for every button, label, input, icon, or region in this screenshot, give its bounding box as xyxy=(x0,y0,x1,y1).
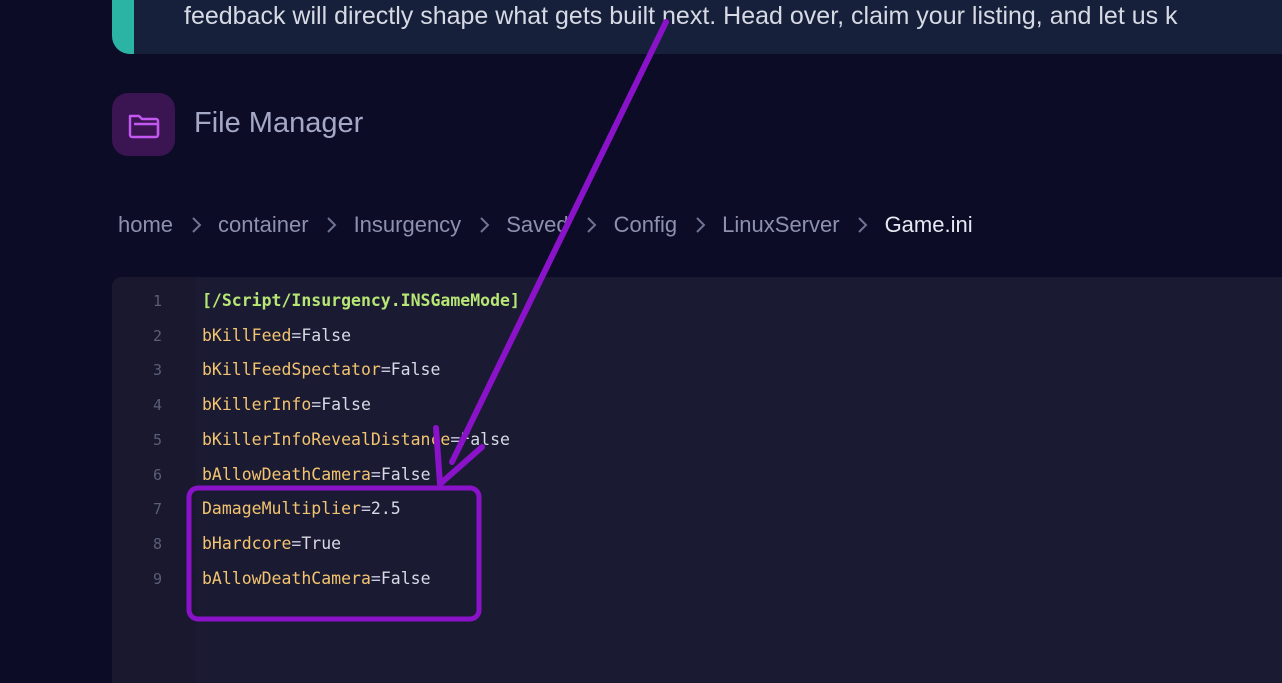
ini-key: bKillerInfoRevealDistance xyxy=(202,429,451,449)
ini-equals: = xyxy=(291,325,302,345)
code-line[interactable]: 6 bAllowDeathCamera=False xyxy=(112,458,1282,493)
code-line[interactable]: 4 bKillerInfo=False xyxy=(112,388,1282,423)
code-line[interactable]: 8 bHardcore=True xyxy=(112,527,1282,562)
ini-value: 2.5 xyxy=(370,499,401,519)
breadcrumb-insurgency[interactable]: Insurgency xyxy=(354,212,462,238)
ini-value: True xyxy=(301,533,342,553)
line-number: 2 xyxy=(152,326,162,345)
line-number: 9 xyxy=(152,569,162,588)
line-number: 6 xyxy=(152,465,162,484)
code-line[interactable]: 7 DamageMultiplier=2.5 xyxy=(112,492,1282,527)
page-title: File Manager xyxy=(194,107,364,139)
breadcrumb-saved[interactable]: Saved xyxy=(506,212,568,238)
ini-equals: = xyxy=(380,360,391,380)
line-number: 8 xyxy=(152,534,162,553)
banner-accent xyxy=(112,0,134,54)
breadcrumb-current-file: Game.ini xyxy=(884,212,973,237)
ini-key: bHardcore xyxy=(202,533,292,553)
code-line[interactable]: 9 bAllowDeathCamera=False xyxy=(112,562,1282,597)
chevron-right-icon xyxy=(173,215,218,235)
ini-key: bAllowDeathCamera xyxy=(202,464,371,484)
ini-section-header: [/Script/Insurgency.INSGameMode] xyxy=(202,291,520,310)
chevron-right-icon xyxy=(677,215,722,235)
chevron-right-icon xyxy=(461,215,506,235)
breadcrumb-config[interactable]: Config xyxy=(614,212,678,238)
ini-equals: = xyxy=(370,568,381,588)
folder-icon xyxy=(112,93,175,156)
ini-key: DamageMultiplier xyxy=(202,499,361,519)
ini-value: False xyxy=(390,360,441,380)
line-number: 3 xyxy=(152,361,162,380)
breadcrumb-container[interactable]: container xyxy=(218,212,309,238)
ini-value: False xyxy=(380,464,431,484)
ini-equals: = xyxy=(450,429,461,449)
ini-key: bKillerInfo xyxy=(202,395,312,415)
ini-equals: = xyxy=(360,499,371,519)
code-line[interactable]: 5 bKillerInfoRevealDistance=False xyxy=(112,423,1282,458)
page: feedback will directly shape what gets b… xyxy=(0,0,1282,683)
ini-key: bKillFeed xyxy=(202,325,292,345)
ini-value: False xyxy=(321,395,371,415)
ini-key: bAllowDeathCamera xyxy=(202,568,371,588)
line-number: 5 xyxy=(152,430,162,449)
line-number: 7 xyxy=(152,500,162,519)
ini-value: False xyxy=(301,325,352,345)
breadcrumb-home[interactable]: home xyxy=(118,212,173,238)
chevron-right-icon xyxy=(309,215,354,235)
ini-key: bKillFeedSpectator xyxy=(202,360,381,380)
banner-text: feedback will directly shape what gets b… xyxy=(184,2,1178,30)
ini-equals: = xyxy=(311,395,322,415)
chevron-right-icon xyxy=(840,215,885,235)
code-line[interactable]: 2 bKillFeed=False xyxy=(112,319,1282,354)
line-number: 4 xyxy=(152,396,162,415)
announcement-banner: feedback will directly shape what gets b… xyxy=(112,0,1282,54)
line-number: 1 xyxy=(152,292,162,310)
ini-equals: = xyxy=(291,533,302,553)
chevron-right-icon xyxy=(569,215,614,235)
ini-value: False xyxy=(380,568,431,588)
ini-value: False xyxy=(460,429,510,449)
ini-equals: = xyxy=(370,464,381,484)
breadcrumb-linuxserver[interactable]: LinuxServer xyxy=(722,212,839,238)
breadcrumb: home container Insurgency Saved Config L… xyxy=(118,212,973,238)
code-line[interactable]: 3 bKillFeedSpectator=False xyxy=(112,353,1282,388)
code-editor[interactable]: 1 [/Script/Insurgency.INSGameMode] 2 bKi… xyxy=(112,277,1282,683)
code-line[interactable]: 1 [/Script/Insurgency.INSGameMode] xyxy=(112,284,1282,319)
